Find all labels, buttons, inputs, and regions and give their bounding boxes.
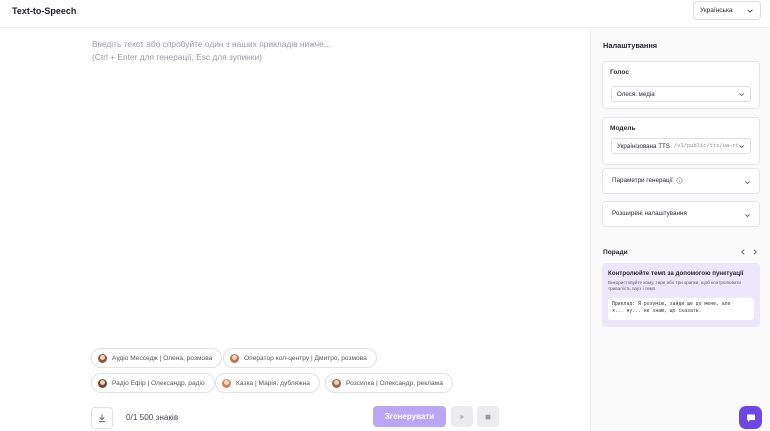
model-select[interactable]: Українізована TTS /v1/public/tts/ua-rt [611,138,751,154]
avatar [230,353,239,363]
stop-button[interactable] [477,406,499,427]
tip-example: Приклад: Я розумію, зайди ще до мене, ал… [608,298,754,320]
language-select-value: Українська [700,7,733,14]
example-chip[interactable]: Оператор кол-центру | Дмитро, розмова [223,348,377,368]
example-chip[interactable]: Розсилка | Олександр, реклама [325,373,453,393]
chat-button[interactable] [739,406,762,429]
settings-title: Налаштування [603,41,658,50]
advanced-settings-label: Розширені налаштування [612,210,687,217]
example-chip[interactable]: Радіо Ефір | Олександр, радіо [91,373,215,393]
chevron-down-icon [747,9,753,13]
info-icon[interactable] [676,177,683,184]
download-icon [99,414,105,422]
character-counter: 0/1 500 знаків [126,413,179,422]
chevron-right-icon[interactable] [751,248,759,256]
text-input-placeholder[interactable]: Введіть текст або спробуйте один з наших… [92,38,331,64]
avatar [98,353,107,363]
avatar [98,378,107,388]
chevron-down-icon [745,181,750,185]
generation-params-label: Параметри генерації [612,177,683,184]
tip-card: Контролюйте темп за допомогою пунктуації… [602,263,760,327]
stop-icon [485,414,491,419]
chevron-down-icon [739,93,744,97]
voice-label: Голос [610,69,629,76]
language-select[interactable]: Українська [693,1,761,20]
chevron-down-icon [739,145,744,149]
chevron-left-icon[interactable] [739,248,747,256]
chat-icon [746,414,755,422]
tip-heading: Контролюйте темп за допомогою пунктуації [608,270,744,277]
download-button[interactable] [91,407,113,429]
voice-card: Голос Олеся: медіа [602,61,760,109]
voice-select[interactable]: Олеся: медіа [611,86,751,102]
generate-button[interactable]: Згенерувати [373,406,446,427]
model-path: /v1/public/tts/ua-rt [673,143,739,149]
chevron-down-icon [745,214,750,218]
play-button[interactable] [451,406,473,427]
model-label: Модель [610,125,636,132]
advanced-settings-card[interactable]: Розширені налаштування [602,201,760,227]
model-card: Модель Українізована TTS /v1/public/tts/… [602,117,760,165]
editor-area[interactable]: Введіть текст або спробуйте один з наших… [0,29,590,431]
settings-sidebar: Налаштування Голос Олеся: медіа Модель У… [590,29,770,431]
generation-params-card[interactable]: Параметри генерації [602,168,760,194]
tip-body: Використовуйте кому, тире або три крапки… [608,280,741,291]
play-icon [460,414,465,419]
avatar [222,378,231,388]
example-chip[interactable]: Аудіо Месседж | Олена, розмова [91,348,223,368]
example-chip[interactable]: Казка | Марія, дубляжна [215,373,320,393]
top-bar: Text-to-Speech Українська [0,0,770,28]
tips-title: Поради [603,249,628,256]
app-title: Text-to-Speech [12,6,77,16]
avatar [332,378,341,388]
